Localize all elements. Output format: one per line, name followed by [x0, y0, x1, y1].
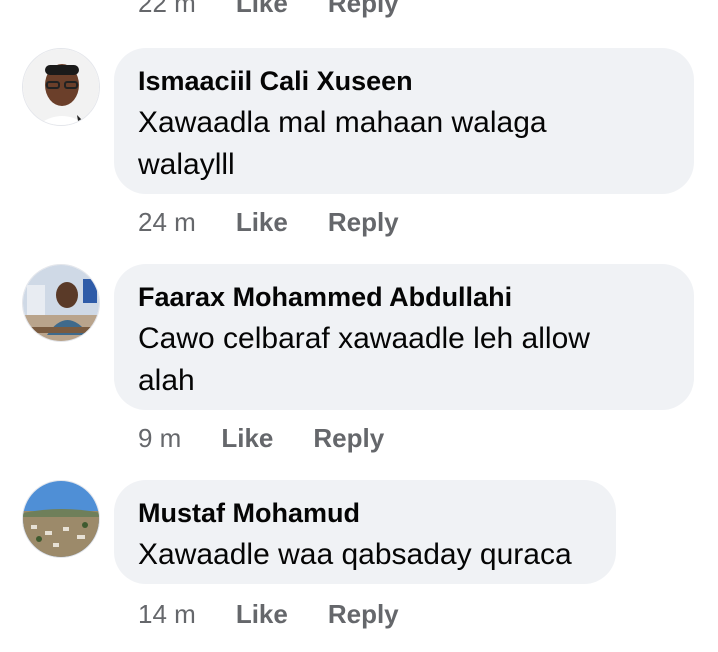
comment-actions: 24 m Like Reply [138, 205, 399, 239]
comment-author[interactable]: Faarax Mohammed Abdullahi [138, 280, 670, 314]
comment-text: Cawo celbaraf xawaadle leh allow alah [138, 318, 670, 402]
like-button[interactable]: Like [236, 599, 288, 630]
previous-comment-actions: 22 m Like Reply [138, 0, 399, 20]
comment-actions: 9 m Like Reply [138, 421, 384, 455]
comment-time: 9 m [138, 422, 182, 453]
comment-text-line: Xawaadle waa qabsaday quraca [138, 538, 572, 571]
like-button[interactable]: Like [236, 0, 288, 19]
reply-button[interactable]: Reply [328, 0, 399, 19]
like-button[interactable]: Like [221, 423, 273, 454]
comment-time: 14 m [138, 598, 196, 629]
reply-button[interactable]: Reply [328, 599, 399, 630]
comment-bubble: Mustaf Mohamud Xawaadle waa qabsaday qur… [114, 480, 616, 584]
comment-text: Xawaadla mal mahaan walaga walaylll [138, 102, 670, 186]
avatar[interactable] [22, 480, 100, 558]
comment-text-line: alah [138, 364, 195, 397]
comment-bubble: Ismaaciil Cali Xuseen Xawaadla mal mahaa… [114, 48, 694, 194]
comment-time: 24 m [138, 206, 196, 237]
comment-text: Xawaadle waa qabsaday quraca [138, 534, 592, 576]
comment-time: 22 m [138, 0, 196, 18]
comment-bubble: Faarax Mohammed Abdullahi Cawo celbaraf … [114, 264, 694, 410]
like-button[interactable]: Like [236, 207, 288, 238]
comment-text-line: Cawo celbaraf xawaadle leh allow [138, 322, 590, 355]
comment-text-line: Xawaadla mal mahaan walaga [138, 106, 547, 139]
comment-author[interactable]: Mustaf Mohamud [138, 496, 592, 530]
avatar[interactable] [22, 48, 100, 126]
comment-actions: 14 m Like Reply [138, 597, 399, 631]
avatar[interactable] [22, 264, 100, 342]
reply-button[interactable]: Reply [328, 207, 399, 238]
comment-author[interactable]: Ismaaciil Cali Xuseen [138, 64, 670, 98]
reply-button[interactable]: Reply [313, 423, 384, 454]
comment-text-line: walaylll [138, 148, 235, 181]
